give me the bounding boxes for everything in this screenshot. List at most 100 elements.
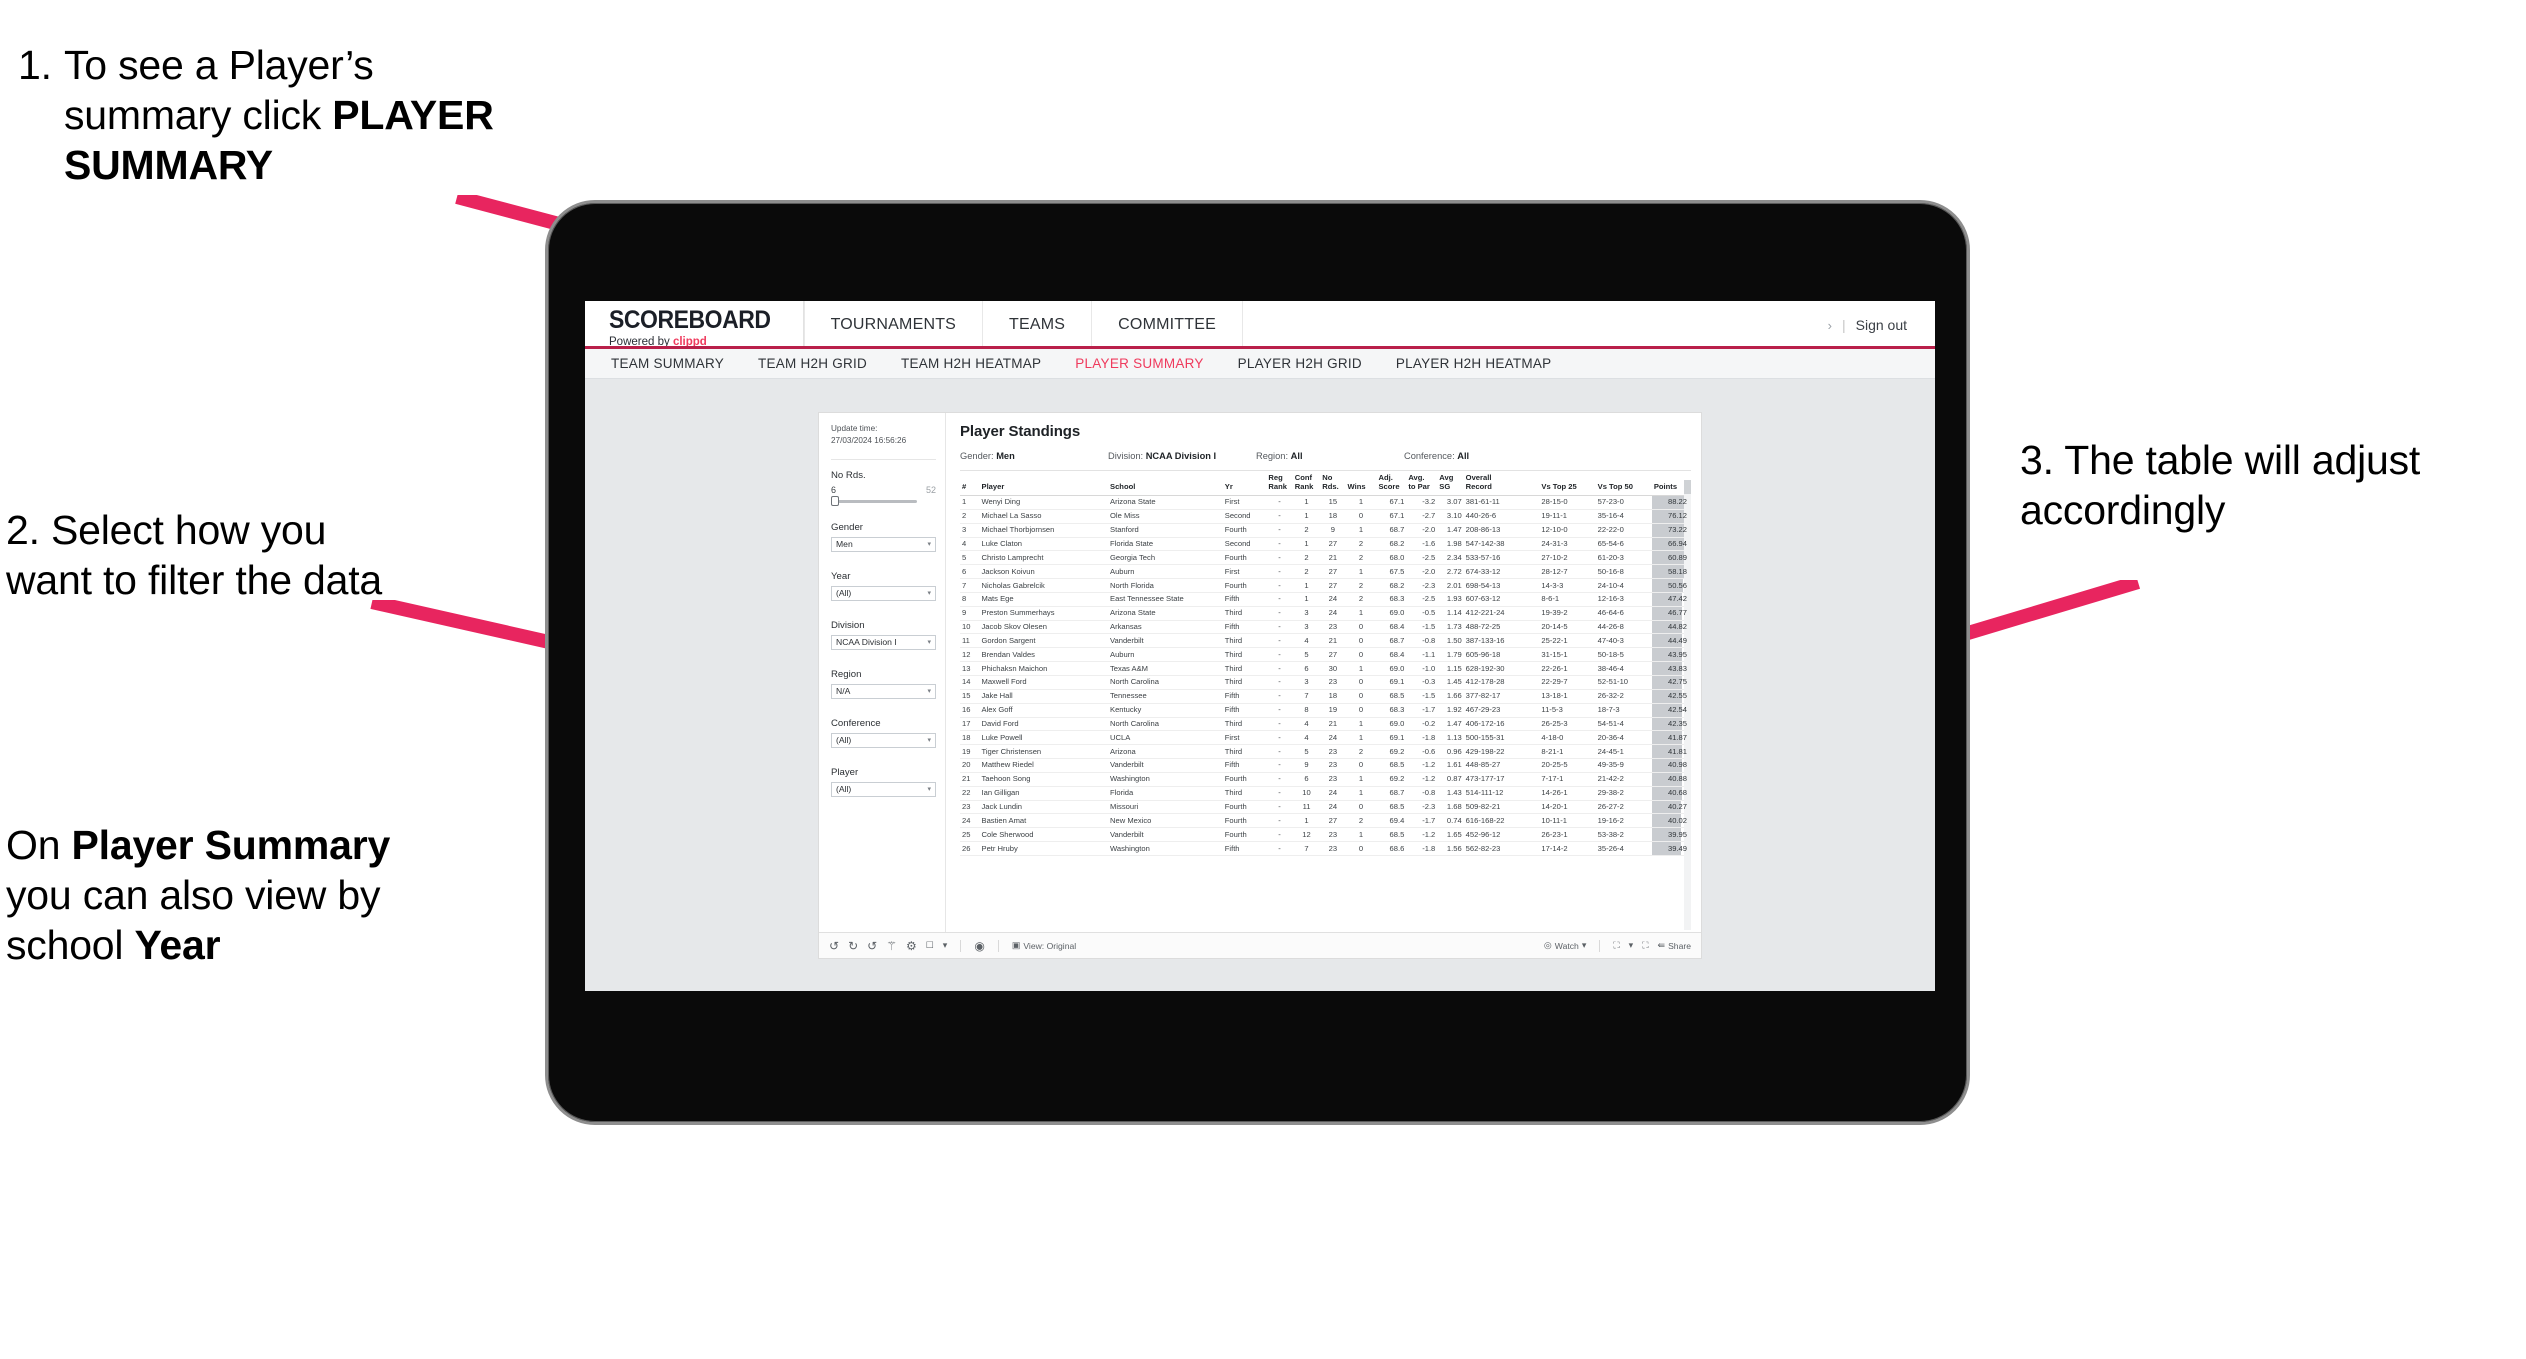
- table-row[interactable]: 7 Nicholas Gabrelcik North Florida Fourth -1…: [960, 578, 1691, 593]
- table-row[interactable]: 23 Jack Lundin Missouri Fourth -11 24 0 68.5 -2.…: [960, 800, 1691, 815]
- filter-conference-select[interactable]: (All) ▾: [831, 732, 936, 748]
- table-row[interactable]: 18 Luke Powell UCLA First -4 24 1 69.1 -1.8 1.13 5…: [960, 730, 1691, 746]
- sign-out-link[interactable]: Sign out: [1856, 317, 1907, 333]
- table-header-conf[interactable]: Conf Rank: [1292, 471, 1321, 496]
- table-row[interactable]: 24 Bastien Amat New Mexico Fourth -1 27 2 69.4-…: [960, 813, 1691, 829]
- cell-school: North Florida: [1108, 578, 1223, 593]
- cell-nords: 27: [1320, 813, 1346, 829]
- cell-rank: 19: [960, 744, 980, 760]
- table-row[interactable]: 14 Maxwell Ford North Carolina Third -3 23 0 69…: [960, 675, 1691, 690]
- cell-rec: 387-133-16: [1463, 633, 1540, 649]
- cell-conf: 4: [1292, 730, 1321, 746]
- table-row[interactable]: 25 Cole Sherwood Vanderbilt Fourth -12 23 1 68.…: [960, 827, 1691, 843]
- table-row[interactable]: 5 Christo Lamprecht Georgia Tech Fourth -2 21…: [960, 550, 1691, 566]
- nav-item-committee[interactable]: COMMITTEE: [1092, 301, 1243, 349]
- cell-adj: 68.6: [1376, 841, 1407, 856]
- table-header-school[interactable]: School: [1108, 471, 1223, 496]
- tab-player-summary[interactable]: PLAYER SUMMARY: [1075, 356, 1203, 371]
- undo-icon[interactable]: ↺: [829, 940, 839, 952]
- help-icon[interactable]: ◉: [974, 940, 984, 952]
- table-row[interactable]: 16 Alex Goff Kentucky Fifth -8 19 0 68.3 -1.7 1.9…: [960, 703, 1691, 718]
- tab-player-h2h-grid[interactable]: PLAYER H2H GRID: [1238, 356, 1362, 371]
- cell-t50: 35-16-4: [1595, 509, 1652, 524]
- table-header-t25[interactable]: Vs Top 25: [1539, 471, 1596, 496]
- vertical-scrollbar-thumb[interactable]: [1684, 480, 1691, 494]
- table-header-rec[interactable]: Overall Record: [1463, 471, 1540, 496]
- table-row[interactable]: 20 Matthew Riedel Vanderbilt Fifth -9 23 0 68.5…: [960, 758, 1691, 773]
- points-value: 40.27: [1667, 802, 1687, 811]
- cell-avgsg: 3.10: [1437, 509, 1464, 524]
- watch-button[interactable]: ◎ Watch ▾: [1544, 940, 1586, 951]
- cell-player: Luke Claton: [979, 537, 1109, 552]
- table-row[interactable]: 12 Brendan Valdes Auburn Third -5 27 0 68.4 -1.1…: [960, 647, 1691, 663]
- table-header-nords[interactable]: No Rds.: [1320, 471, 1346, 496]
- table-row[interactable]: 21 Taehoon Song Washington Fourth -6 23 1 69.2-…: [960, 772, 1691, 787]
- table-row[interactable]: 6 Jackson Koivun Auburn First -2 27 1 67.5 -2.0 2…: [960, 564, 1691, 580]
- filter-gender-select[interactable]: Men ▾: [831, 536, 936, 552]
- table-row[interactable]: 19 Tiger Christensen Arizona Third -5 23 2 69.2…: [960, 744, 1691, 760]
- cell-conf: 2: [1292, 523, 1321, 538]
- table-row[interactable]: 4 Luke Claton Florida State Second -1 27 2 68.2…: [960, 537, 1691, 552]
- table-row[interactable]: 13 Phichaksn Maichon Texas A&M Third -6 30 1 69…: [960, 661, 1691, 676]
- cell-t50: 65-54-6: [1595, 537, 1652, 552]
- no-rounds-slider-track[interactable]: [831, 496, 917, 507]
- tab-team-summary[interactable]: TEAM SUMMARY: [611, 356, 724, 371]
- cell-avgp: -2.5: [1406, 592, 1438, 607]
- filter-division-select[interactable]: NCAA Division I ▾: [831, 634, 936, 650]
- table-header-avgp[interactable]: Avg. to Par: [1406, 471, 1438, 496]
- tab-team-h2h-heatmap[interactable]: TEAM H2H HEATMAP: [901, 356, 1041, 371]
- cell-avgp: -1.2: [1406, 827, 1438, 843]
- cell-yr: Fourth: [1222, 827, 1267, 843]
- table-header-wins[interactable]: Wins: [1345, 471, 1377, 496]
- share-button[interactable]: ⇚ Share: [1658, 940, 1691, 951]
- revert-icon[interactable]: ↺: [867, 940, 877, 952]
- redo-icon[interactable]: ↻: [848, 940, 858, 952]
- table-row[interactable]: 22 Ian Gilligan Florida Third -10 24 1 68.7 -0.8…: [960, 786, 1691, 801]
- table-header-adj[interactable]: Adj. Score: [1376, 471, 1407, 496]
- download-icon[interactable]: ⛶: [1613, 940, 1619, 951]
- nav-item-tournaments[interactable]: TOURNAMENTS: [803, 301, 984, 349]
- cell-adj: 69.1: [1376, 675, 1407, 690]
- chevron-right-icon[interactable]: ›: [1828, 318, 1832, 333]
- fullscreen-icon[interactable]: ⛶: [1642, 940, 1648, 951]
- table-header-yr[interactable]: Yr: [1222, 471, 1267, 496]
- table-header-reg[interactable]: Reg Rank: [1266, 471, 1293, 496]
- device-layout-icon[interactable]: ☐: [926, 940, 934, 951]
- tab-player-h2h-heatmap[interactable]: PLAYER H2H HEATMAP: [1396, 356, 1552, 371]
- table-row[interactable]: 3 Michael Thorbjornsen Stanford Fourth -2 9 1 6…: [960, 523, 1691, 538]
- table-header-rank[interactable]: #: [960, 471, 980, 496]
- cell-school: Stanford: [1108, 523, 1223, 538]
- points-value: 50.56: [1667, 580, 1687, 590]
- nav-item-teams[interactable]: TEAMS: [983, 301, 1093, 349]
- view-original-button[interactable]: ▣ View: Original: [1012, 940, 1076, 951]
- table-row[interactable]: 15 Jake Hall Tennessee Fifth -7 18 0 68.5 -1.5 1.…: [960, 689, 1691, 704]
- cell-wins: 0: [1345, 800, 1377, 815]
- table-header-player[interactable]: Player: [979, 471, 1109, 496]
- table-row[interactable]: 26 Petr Hruby Washington Fifth -7 23 0 68.6 -1.8…: [960, 841, 1691, 856]
- cell-player: Tiger Christensen: [979, 744, 1109, 760]
- cell-wins: 0: [1345, 841, 1377, 856]
- table-row[interactable]: 10 Jacob Skov Olesen Arkansas Fifth -3 23 0 68.…: [960, 620, 1691, 635]
- refresh-icon[interactable]: ⚚: [886, 940, 897, 952]
- table-row[interactable]: 1 Wenyi Ding Arizona State First -1 15 1 67.1 -3…: [960, 495, 1691, 510]
- table-row[interactable]: 11 Gordon Sargent Vanderbilt Third -4 21 0 68.7…: [960, 633, 1691, 649]
- filter-player-select[interactable]: (All) ▾: [831, 781, 936, 797]
- cell-player: Jacob Skov Olesen: [979, 620, 1109, 635]
- table-header-avgsg[interactable]: Avg SG: [1437, 471, 1464, 496]
- filter-year: Year (All) ▾: [831, 571, 936, 601]
- cell-yr: Third: [1222, 744, 1267, 760]
- table-header-t50[interactable]: Vs Top 50: [1595, 471, 1652, 496]
- no-rounds-slider-handle[interactable]: [831, 496, 839, 507]
- filter-region-select[interactable]: N/A ▾: [831, 683, 936, 699]
- table-row[interactable]: 2 Michael La Sasso Ole Miss Second -1 18 0 67.1…: [960, 509, 1691, 524]
- table-row[interactable]: 9 Preston Summerhays Arizona State Third -3 2…: [960, 606, 1691, 621]
- chevron-down-icon[interactable]: ▾: [943, 940, 948, 951]
- cell-rec: 412-178-28: [1463, 675, 1540, 690]
- table-row[interactable]: 8 Mats Ege East Tennessee State Fifth -1 24 2 6…: [960, 592, 1691, 607]
- cell-reg: -: [1266, 564, 1293, 580]
- tab-team-h2h-grid[interactable]: TEAM H2H GRID: [758, 356, 867, 371]
- filter-year-select[interactable]: (All) ▾: [831, 585, 936, 601]
- pause-icon[interactable]: ⚙: [906, 940, 917, 952]
- table-row[interactable]: 17 David Ford North Carolina Third -4 21 1 69.0…: [960, 717, 1691, 732]
- chevron-down-icon[interactable]: ▾: [1629, 940, 1634, 951]
